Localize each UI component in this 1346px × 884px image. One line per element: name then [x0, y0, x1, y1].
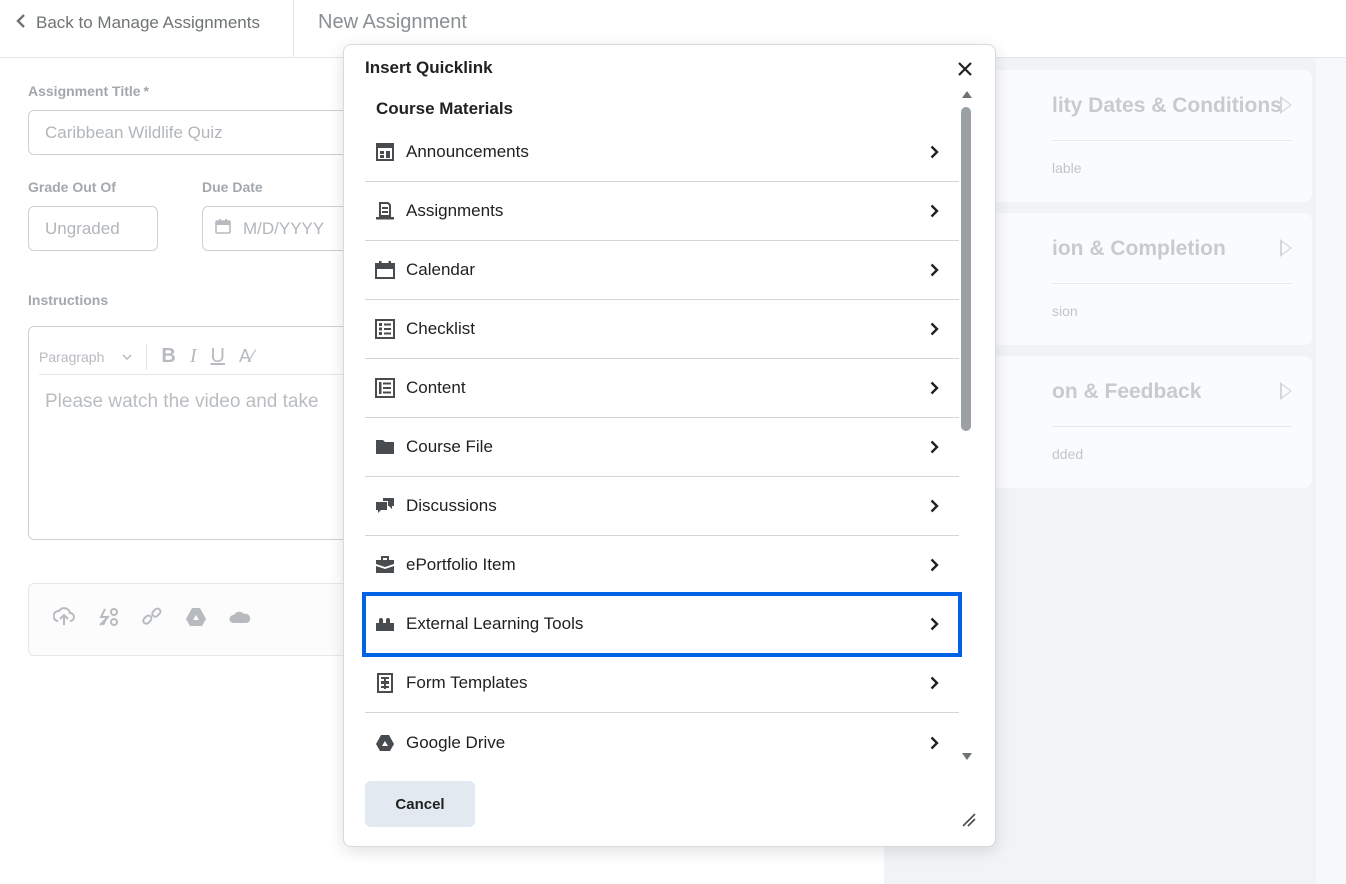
- chevron-down-icon: [122, 353, 132, 360]
- text-style-icon[interactable]: A∕: [239, 346, 254, 367]
- form-icon: [374, 672, 396, 694]
- chevron-right-icon: [927, 499, 941, 513]
- close-icon[interactable]: [954, 59, 976, 81]
- availability-card[interactable]: lity Dates & Conditions lable: [942, 70, 1312, 202]
- list-item-announcements[interactable]: Announcements: [365, 123, 959, 182]
- submission-card[interactable]: ion & Completion sion: [942, 213, 1312, 345]
- list-item-checklist[interactable]: Checklist: [365, 300, 959, 359]
- dialog-scrollbar[interactable]: [959, 89, 975, 765]
- google-drive-icon: [374, 732, 396, 754]
- calendar-icon: [215, 218, 231, 239]
- expand-triangle-icon: [1280, 382, 1292, 400]
- content-icon: [374, 377, 396, 399]
- list-item-google-drive[interactable]: Google Drive: [365, 713, 959, 772]
- puzzle-icon: [374, 613, 396, 635]
- page-title: New Assignment: [318, 11, 467, 33]
- scrollbar-thumb[interactable]: [961, 107, 971, 431]
- list-item-external-learning-tools[interactable]: External Learning Tools: [362, 592, 962, 657]
- onedrive-icon[interactable]: [229, 608, 251, 631]
- insert-quicklink-dialog: Insert Quicklink Course Materials Announ…: [343, 44, 996, 847]
- list-item-course-file[interactable]: Course File: [365, 418, 959, 477]
- section-heading: Course Materials: [376, 99, 513, 118]
- chevron-right-icon: [927, 322, 941, 336]
- scroll-up-arrow-icon[interactable]: [962, 91, 972, 98]
- dialog-title: Insert Quicklink: [365, 58, 493, 77]
- quicklink-list: Announcements Assignments Calendar Check…: [362, 123, 962, 772]
- instructions-label: Instructions: [28, 292, 109, 308]
- grade-label: Grade Out Of: [28, 179, 116, 195]
- back-link-label: Back to Manage Assignments: [36, 13, 260, 32]
- calendar-icon: [374, 259, 396, 281]
- underline-icon[interactable]: U: [211, 345, 225, 368]
- page-scrollbar[interactable]: [1316, 58, 1346, 884]
- cancel-button[interactable]: Cancel: [365, 781, 475, 827]
- instructions-editor[interactable]: Paragraph B I U A∕ Please watch the vide…: [28, 326, 358, 540]
- assignments-icon: [374, 200, 396, 222]
- upload-icon[interactable]: [52, 606, 75, 633]
- due-date-input[interactable]: M/D/YYYY: [202, 206, 358, 251]
- resize-handle-icon[interactable]: [960, 811, 976, 827]
- expand-triangle-icon: [1280, 96, 1292, 114]
- briefcase-icon: [374, 554, 396, 576]
- chevron-right-icon: [927, 381, 941, 395]
- editor-toolbar: Paragraph B I U A∕: [39, 339, 357, 375]
- chevron-right-icon: [927, 617, 941, 631]
- list-item-content[interactable]: Content: [365, 359, 959, 418]
- discussions-icon: [374, 495, 396, 517]
- attachment-bar: [28, 583, 358, 656]
- folder-icon: [374, 436, 396, 458]
- scroll-down-arrow-icon[interactable]: [962, 753, 972, 760]
- chevron-left-icon: [16, 13, 26, 33]
- tools-icon[interactable]: [97, 606, 119, 634]
- assignment-title-input[interactable]: Caribbean Wildlife Quiz: [28, 110, 358, 155]
- topbar-divider: [293, 0, 294, 58]
- grade-input[interactable]: Ungraded: [28, 206, 158, 251]
- expand-triangle-icon: [1280, 239, 1292, 257]
- chevron-right-icon: [927, 204, 941, 218]
- evaluation-card[interactable]: on & Feedback dded: [942, 356, 1312, 488]
- due-date-placeholder: M/D/YYYY: [243, 218, 325, 238]
- back-to-assignments-link[interactable]: Back to Manage Assignments: [16, 13, 260, 33]
- list-item-calendar[interactable]: Calendar: [365, 241, 959, 300]
- list-item-form-templates[interactable]: Form Templates: [365, 654, 959, 713]
- list-item-eportfolio[interactable]: ePortfolio Item: [365, 536, 959, 595]
- bold-icon[interactable]: B: [161, 345, 175, 368]
- chevron-right-icon: [927, 263, 941, 277]
- editor-content: Please watch the video and take: [45, 391, 319, 412]
- format-select[interactable]: Paragraph: [39, 349, 132, 365]
- google-drive-icon[interactable]: [185, 607, 207, 633]
- due-date-label: Due Date: [202, 179, 263, 195]
- assignment-title-label: Assignment Title *: [28, 83, 149, 99]
- chevron-right-icon: [927, 145, 941, 159]
- link-icon[interactable]: [141, 606, 163, 634]
- chevron-right-icon: [927, 676, 941, 690]
- chevron-right-icon: [927, 558, 941, 572]
- italic-icon[interactable]: I: [190, 345, 197, 368]
- chevron-right-icon: [927, 440, 941, 454]
- list-item-discussions[interactable]: Discussions: [365, 477, 959, 536]
- list-item-assignments[interactable]: Assignments: [365, 182, 959, 241]
- chevron-right-icon: [927, 736, 941, 750]
- announcements-icon: [374, 141, 396, 163]
- checklist-icon: [374, 318, 396, 340]
